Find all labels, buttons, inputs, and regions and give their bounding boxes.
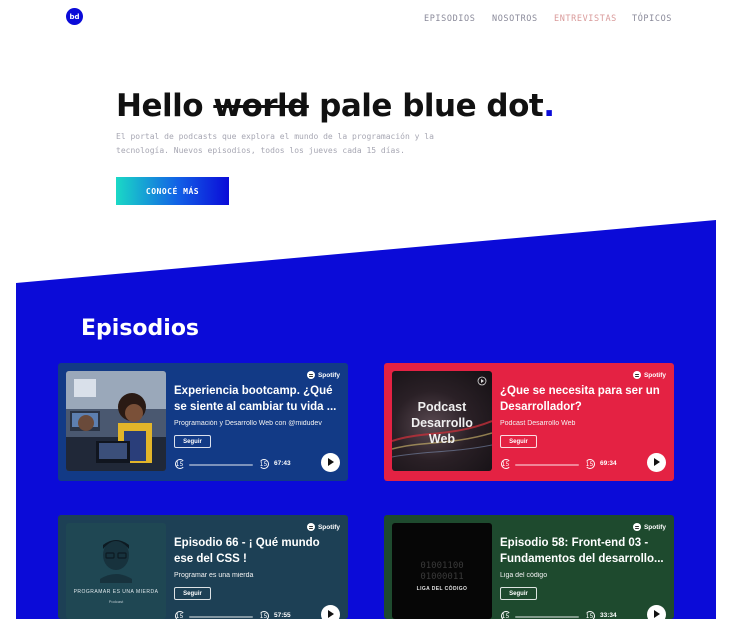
episode-show-name[interactable]: Programar es una mierda <box>174 572 342 579</box>
spotify-icon <box>306 523 315 531</box>
spotify-badge[interactable]: Spotify <box>632 371 666 379</box>
episode-card: Podcast Desarrollo Web Spotify ¿Que se n… <box>384 363 674 481</box>
progress-track[interactable] <box>515 464 579 466</box>
follow-button[interactable]: Seguir <box>174 435 211 448</box>
episode-thumbnail <box>66 371 166 471</box>
episode-show-name[interactable]: Liga del código <box>500 572 668 579</box>
forward-15-icon[interactable]: 15 <box>584 611 595 619</box>
spotify-icon <box>632 371 641 379</box>
rewind-15-icon[interactable]: 15 <box>500 459 511 470</box>
episode-thumbnail: 01001100 01000011 LIGA DEL CÓDIGO <box>392 523 492 619</box>
episodes-section-title: Episodios <box>81 316 200 341</box>
rewind-15-icon[interactable]: 15 <box>174 459 185 470</box>
hero-title-dot: . <box>543 88 555 124</box>
site-logo[interactable]: bd <box>66 8 83 25</box>
spotify-label: Spotify <box>643 523 666 531</box>
thumbnail-title: LIGA DEL CÓDIGO <box>416 586 468 592</box>
episode-thumbnail: PROGRAMAR ES UNA MIERDA Podcast <box>66 523 166 619</box>
spotify-label: Spotify <box>317 371 340 379</box>
follow-button[interactable]: Seguir <box>174 587 211 600</box>
hero-title: Hello world pale blue dot. <box>116 88 555 124</box>
follow-button[interactable]: Seguir <box>500 435 537 448</box>
conoce-mas-button[interactable]: CONOCÉ MÁS <box>116 177 229 205</box>
play-button[interactable] <box>321 453 340 472</box>
episode-duration: 33:34 <box>600 612 617 619</box>
player-controls: 15 15 57:55 <box>174 605 340 619</box>
episode-3-artwork <box>100 540 132 583</box>
forward-15-icon[interactable]: 15 <box>584 459 595 470</box>
progress-track[interactable] <box>189 464 253 466</box>
thumbnail-binary: 01001100 01000011 <box>420 561 464 582</box>
play-button[interactable] <box>321 605 340 619</box>
progress-track[interactable] <box>515 616 579 618</box>
episode-show-name[interactable]: Podcast Desarrollo Web <box>500 420 668 427</box>
nav-link-entrevistas[interactable]: ENTREVISTAS <box>554 14 617 24</box>
hero-title-start: Hello <box>116 88 214 124</box>
spotify-badge[interactable]: Spotify <box>632 523 666 531</box>
episode-title[interactable]: ¿Que se necesita para ser un Desarrollad… <box>500 383 668 415</box>
player-controls: 15 15 67:43 <box>174 453 340 472</box>
episode-1-artwork <box>66 371 166 471</box>
episode-card: Spotify Experiencia bootcamp. ¿Qué se si… <box>58 363 348 481</box>
spotify-label: Spotify <box>317 523 340 531</box>
episode-show-name[interactable]: Programación y Desarrollo Web con @midud… <box>174 420 342 427</box>
nav-link-topicos[interactable]: TÓPICOS <box>632 14 672 24</box>
episode-title[interactable]: Episodio 66 - ¡ Qué mundo ese del CSS ! <box>174 535 342 567</box>
episode-duration: 69:34 <box>600 460 617 467</box>
episode-thumbnail: Podcast Desarrollo Web <box>392 371 492 471</box>
thumbnail-title: Podcast Desarrollo Web <box>411 400 473 446</box>
nav-link-nosotros[interactable]: NOSOTROS <box>492 14 538 24</box>
spotify-badge[interactable]: Spotify <box>306 523 340 531</box>
rewind-15-icon[interactable]: 15 <box>500 611 511 619</box>
rewind-15-icon[interactable]: 15 <box>174 611 185 619</box>
hero-subtitle: El portal de podcasts que explora el mun… <box>116 132 434 155</box>
episode-card: PROGRAMAR ES UNA MIERDA Podcast Spotify … <box>58 515 348 619</box>
thumbnail-subtitle: Podcast <box>108 599 124 604</box>
progress-track[interactable] <box>189 616 253 618</box>
hero-title-strikethrough: world <box>213 88 309 124</box>
nav-link-episodios[interactable]: EPISODIOS <box>424 14 475 24</box>
spotify-label: Spotify <box>643 371 666 379</box>
player-controls: 15 15 33:34 <box>500 605 666 619</box>
episode-card: 01001100 01000011 LIGA DEL CÓDIGO Spotif… <box>384 515 674 619</box>
episode-duration: 67:43 <box>274 460 291 467</box>
play-button[interactable] <box>647 605 666 619</box>
thumbnail-title: PROGRAMAR ES UNA MIERDA <box>73 589 159 595</box>
player-controls: 15 15 69:34 <box>500 453 666 472</box>
spotify-icon <box>632 523 641 531</box>
spotify-icon <box>306 371 315 379</box>
spotify-badge[interactable]: Spotify <box>306 371 340 379</box>
episode-title[interactable]: Experiencia bootcamp. ¿Qué se siente al … <box>174 383 342 415</box>
episode-title[interactable]: Episodio 58: Front-end 03 - Fundamentos … <box>500 535 668 567</box>
play-button[interactable] <box>647 453 666 472</box>
follow-button[interactable]: Seguir <box>500 587 537 600</box>
hero-title-end: pale blue dot <box>308 88 544 124</box>
episode-duration: 57:55 <box>274 612 291 619</box>
forward-15-icon[interactable]: 15 <box>258 611 269 619</box>
forward-15-icon[interactable]: 15 <box>258 459 269 470</box>
